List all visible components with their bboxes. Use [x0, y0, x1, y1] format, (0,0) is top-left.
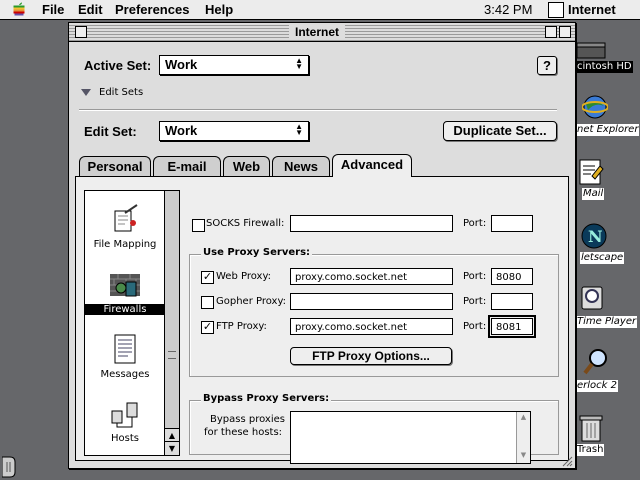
advanced-category-list[interactable]: File Mapping Firewalls Messages Hosts ▲ … — [84, 190, 180, 456]
list-item-hosts[interactable]: Hosts — [85, 399, 165, 449]
tab-email[interactable]: E-mail — [153, 156, 221, 177]
ftp-proxy-port-field[interactable]: 8081 — [488, 315, 536, 338]
gopher-proxy-field[interactable] — [290, 293, 453, 310]
scroll-up-arrow-icon[interactable]: ▲ — [165, 428, 179, 442]
menu-bar: File Edit Preferences Help 3:42 PM Inter… — [0, 0, 640, 20]
desktop-label-trash[interactable]: Trash — [576, 444, 605, 456]
active-set-popup[interactable]: Work ▲ ▼ — [159, 55, 309, 75]
gopher-proxy-checkbox[interactable] — [201, 296, 214, 309]
messages-icon — [114, 334, 136, 364]
ftp-proxy-label: FTP Proxy: — [216, 321, 267, 332]
desktop-label-mail[interactable]: Mail — [582, 188, 605, 200]
svg-text:N: N — [588, 227, 603, 246]
advanced-tab-panel: File Mapping Firewalls Messages Hosts ▲ … — [75, 176, 569, 464]
edit-set-label: Edit Set: — [84, 124, 137, 139]
active-set-value: Work — [165, 57, 198, 72]
separator — [79, 109, 557, 111]
hard-disk-icon[interactable] — [576, 42, 606, 60]
desktop-label-hd[interactable]: cintosh HD — [576, 61, 633, 73]
menu-preferences[interactable]: Preferences — [115, 2, 189, 17]
socks-port-label: Port: — [463, 218, 487, 229]
web-proxy-port-field[interactable]: 8080 — [491, 268, 533, 285]
tab-advanced[interactable]: Advanced — [332, 154, 412, 177]
collapse-box-icon[interactable] — [559, 26, 571, 38]
internet-explorer-icon[interactable] — [582, 94, 608, 120]
list-item-label: File Mapping — [93, 239, 157, 250]
edit-sets-label[interactable]: Edit Sets — [99, 87, 143, 98]
socks-firewall-checkbox[interactable] — [192, 219, 205, 232]
textarea-scroll-down-arrow-icon[interactable]: ▼ — [517, 450, 530, 461]
gopher-proxy-label: Gopher Proxy: — [216, 296, 287, 307]
zoom-box-icon[interactable] — [545, 26, 557, 38]
socks-firewall-field[interactable] — [290, 215, 453, 232]
bypass-proxy-servers-title: Bypass Proxy Servers: — [201, 393, 332, 404]
desktop-label-quicktime[interactable]: Time Player — [576, 316, 638, 328]
scroll-thumb-grip-icon[interactable] — [168, 351, 176, 359]
textarea-scrollbar[interactable]: ▲ ▼ — [516, 412, 530, 463]
active-set-label: Active Set: — [84, 58, 152, 73]
duplicate-set-button[interactable]: Duplicate Set... — [443, 121, 557, 141]
bypass-label-line-2: for these hosts: — [204, 427, 283, 438]
close-box-icon[interactable] — [75, 26, 87, 38]
socks-port-field[interactable] — [491, 215, 533, 232]
ftp-proxy-port-label: Port: — [463, 321, 487, 332]
list-item-messages[interactable]: Messages — [85, 333, 165, 383]
application-menu-name[interactable]: Internet — [568, 2, 616, 17]
web-proxy-field[interactable]: proxy.como.socket.net — [290, 268, 453, 285]
apple-menu-icon[interactable] — [12, 2, 26, 16]
title-bar[interactable]: Internet — [69, 23, 575, 42]
tab-news[interactable]: News — [272, 156, 330, 177]
web-proxy-checkbox[interactable]: ✓ — [201, 271, 214, 284]
menu-edit[interactable]: Edit — [78, 2, 103, 17]
menu-clock[interactable]: 3:42 PM — [484, 2, 532, 17]
gopher-proxy-port-field[interactable] — [491, 293, 533, 310]
web-proxy-port-label: Port: — [463, 271, 487, 282]
list-scrollbar[interactable]: ▲ ▼ — [164, 191, 179, 455]
desktop-label-netscape[interactable]: letscape — [580, 252, 625, 264]
ftp-proxy-checkbox[interactable]: ✓ — [201, 321, 214, 334]
hosts-icon — [111, 402, 138, 428]
menu-help[interactable]: Help — [205, 2, 233, 17]
popup-arrows-icon: ▲ ▼ — [295, 122, 303, 137]
disclosure-triangle-icon[interactable] — [81, 89, 91, 97]
gopher-proxy-port-label: Port: — [463, 296, 487, 307]
netscape-icon[interactable]: N — [580, 222, 608, 250]
bypass-hosts-textarea[interactable]: ▲ ▼ — [290, 411, 531, 464]
scroll-down-arrow-icon[interactable]: ▼ — [165, 441, 179, 455]
web-proxy-label: Web Proxy: — [216, 271, 272, 282]
desktop-label-sherlock[interactable]: erlock 2 — [576, 380, 618, 392]
list-item-firewalls[interactable]: Firewalls — [85, 268, 165, 318]
textarea-scroll-up-arrow-icon[interactable]: ▲ — [517, 412, 530, 423]
edit-set-value: Work — [165, 123, 198, 138]
sherlock-icon[interactable] — [582, 348, 608, 376]
internet-preferences-window: Internet Active Set: Work ▲ ▼ ? Edit Sets… — [68, 22, 576, 469]
popup-arrows-icon: ▲ ▼ — [295, 56, 303, 71]
ftp-proxy-options-button[interactable]: FTP Proxy Options... — [290, 347, 452, 365]
help-button[interactable]: ? — [537, 56, 557, 75]
menu-file[interactable]: File — [42, 2, 64, 17]
edit-set-popup[interactable]: Work ▲ ▼ — [159, 121, 309, 141]
mail-icon[interactable] — [578, 158, 604, 186]
ftp-proxy-field[interactable]: proxy.como.socket.net — [290, 318, 453, 335]
bypass-label-line-1: Bypass proxies — [210, 414, 285, 425]
firewalls-icon — [110, 274, 140, 297]
use-proxy-servers-title: Use Proxy Servers: — [201, 247, 313, 258]
tab-web[interactable]: Web — [223, 156, 270, 177]
list-item-file-mapping[interactable]: File Mapping — [85, 203, 165, 253]
socks-firewall-label: SOCKS Firewall: — [206, 218, 285, 229]
desktop-label-ie[interactable]: net Explorer — [576, 124, 640, 136]
application-menu-icon[interactable] — [548, 2, 564, 18]
quicktime-player-icon[interactable] — [580, 285, 604, 311]
collapsed-window-tab-icon[interactable] — [2, 456, 16, 478]
list-item-label: Firewalls — [85, 304, 165, 315]
trash-icon[interactable] — [578, 413, 604, 443]
file-mapping-icon — [114, 204, 138, 232]
list-item-label: Messages — [100, 369, 150, 380]
window-title: Internet — [289, 25, 346, 39]
tab-personal[interactable]: Personal — [79, 156, 151, 177]
list-item-label: Hosts — [111, 433, 139, 444]
resize-grip-icon[interactable] — [561, 455, 573, 467]
